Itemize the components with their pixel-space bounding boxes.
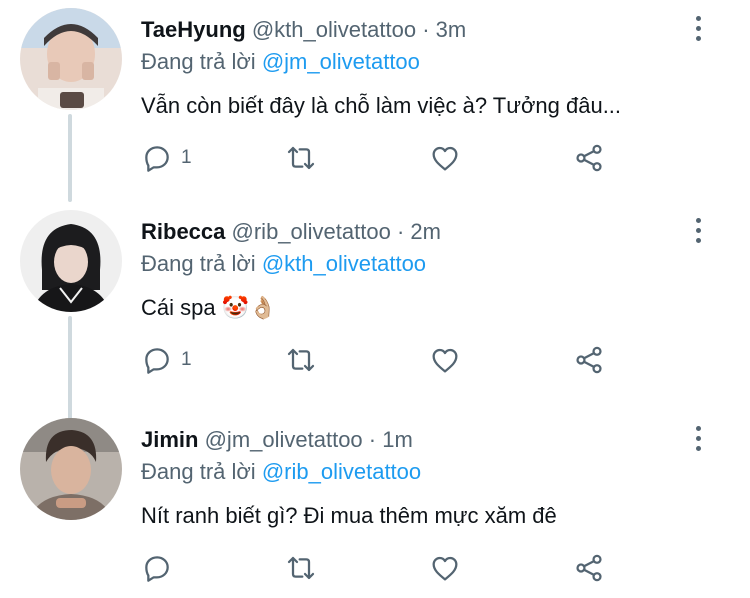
timestamp[interactable]: 2m	[410, 219, 441, 244]
reply-button[interactable]: 1	[141, 342, 192, 378]
tweet-actions: 1	[141, 140, 621, 176]
retweet-icon	[287, 556, 315, 580]
tweet-actions: 1	[141, 342, 621, 378]
like-button[interactable]	[429, 550, 461, 586]
tweet-text: Cái spa 🤡👌🏼	[141, 295, 277, 320]
display-name[interactable]: TaeHyung	[141, 17, 246, 42]
tweet[interactable]: TaeHyung @kth_olivetattoo · 3m Đang trả …	[0, 8, 750, 198]
retweet-button[interactable]	[285, 550, 317, 586]
reply-count: 1	[181, 147, 192, 168]
like-icon	[432, 146, 458, 171]
user-handle[interactable]: @rib_olivetattoo	[232, 219, 391, 244]
tweet-header: Ribecca @rib_olivetattoo · 2m	[141, 218, 441, 246]
replying-to: Đang trả lời @jm_olivetattoo	[141, 48, 420, 76]
user-handle[interactable]: @jm_olivetattoo	[205, 427, 363, 452]
replying-to: Đang trả lời @kth_olivetattoo	[141, 250, 426, 278]
share-icon	[576, 144, 602, 172]
reply-button[interactable]	[141, 550, 181, 586]
reply-icon	[145, 556, 169, 582]
display-name[interactable]: Jimin	[141, 427, 198, 452]
share-icon	[576, 554, 602, 582]
avatar[interactable]	[20, 8, 122, 110]
share-button[interactable]	[573, 550, 605, 586]
tweet-header: Jimin @jm_olivetattoo · 1m	[141, 426, 413, 454]
retweet-button[interactable]	[285, 342, 317, 378]
reply-icon	[145, 146, 169, 172]
avatar[interactable]	[20, 210, 122, 312]
more-options-icon[interactable]	[692, 16, 704, 46]
user-handle[interactable]: @kth_olivetattoo	[252, 17, 416, 42]
like-icon	[432, 348, 458, 373]
retweet-icon	[287, 146, 315, 170]
replying-to-mention[interactable]: @jm_olivetattoo	[262, 49, 420, 74]
like-button[interactable]	[429, 140, 461, 176]
replying-to-label: Đang trả lời	[141, 49, 256, 74]
share-icon	[576, 346, 602, 374]
retweet-button[interactable]	[285, 140, 317, 176]
timestamp[interactable]: 3m	[436, 17, 467, 42]
replying-to: Đang trả lời @rib_olivetattoo	[141, 458, 421, 486]
timestamp[interactable]: 1m	[382, 427, 413, 452]
tweet[interactable]: Ribecca @rib_olivetattoo · 2m Đang trả l…	[0, 210, 750, 400]
tweet-header: TaeHyung @kth_olivetattoo · 3m	[141, 16, 466, 44]
separator-dot: ·	[396, 219, 405, 244]
more-options-icon[interactable]	[692, 218, 704, 248]
retweet-icon	[287, 348, 315, 372]
separator-dot: ·	[422, 17, 430, 42]
replying-to-label: Đang trả lời	[141, 459, 256, 484]
replying-to-mention[interactable]: @kth_olivetattoo	[262, 251, 426, 276]
separator-dot: ·	[368, 427, 377, 452]
replying-to-label: Đang trả lời	[141, 251, 256, 276]
tweet[interactable]: Jimin @jm_olivetattoo · 1m Đang trả lời …	[0, 418, 750, 598]
share-button[interactable]	[573, 140, 605, 176]
display-name[interactable]: Ribecca	[141, 219, 225, 244]
reply-button[interactable]: 1	[141, 140, 192, 176]
share-button[interactable]	[573, 342, 605, 378]
avatar[interactable]	[20, 418, 122, 520]
reply-icon	[145, 348, 169, 374]
like-button[interactable]	[429, 342, 461, 378]
reply-count: 1	[181, 349, 192, 370]
replying-to-mention[interactable]: @rib_olivetattoo	[262, 459, 421, 484]
tweet-actions	[141, 550, 621, 586]
tweet-text: Nít ranh biết gì? Đi mua thêm mực xăm đê	[141, 503, 557, 528]
like-icon	[432, 556, 458, 581]
tweet-text: Vẫn còn biết đây là chỗ làm việc à? Tưởn…	[141, 93, 622, 118]
more-options-icon[interactable]	[692, 426, 704, 456]
